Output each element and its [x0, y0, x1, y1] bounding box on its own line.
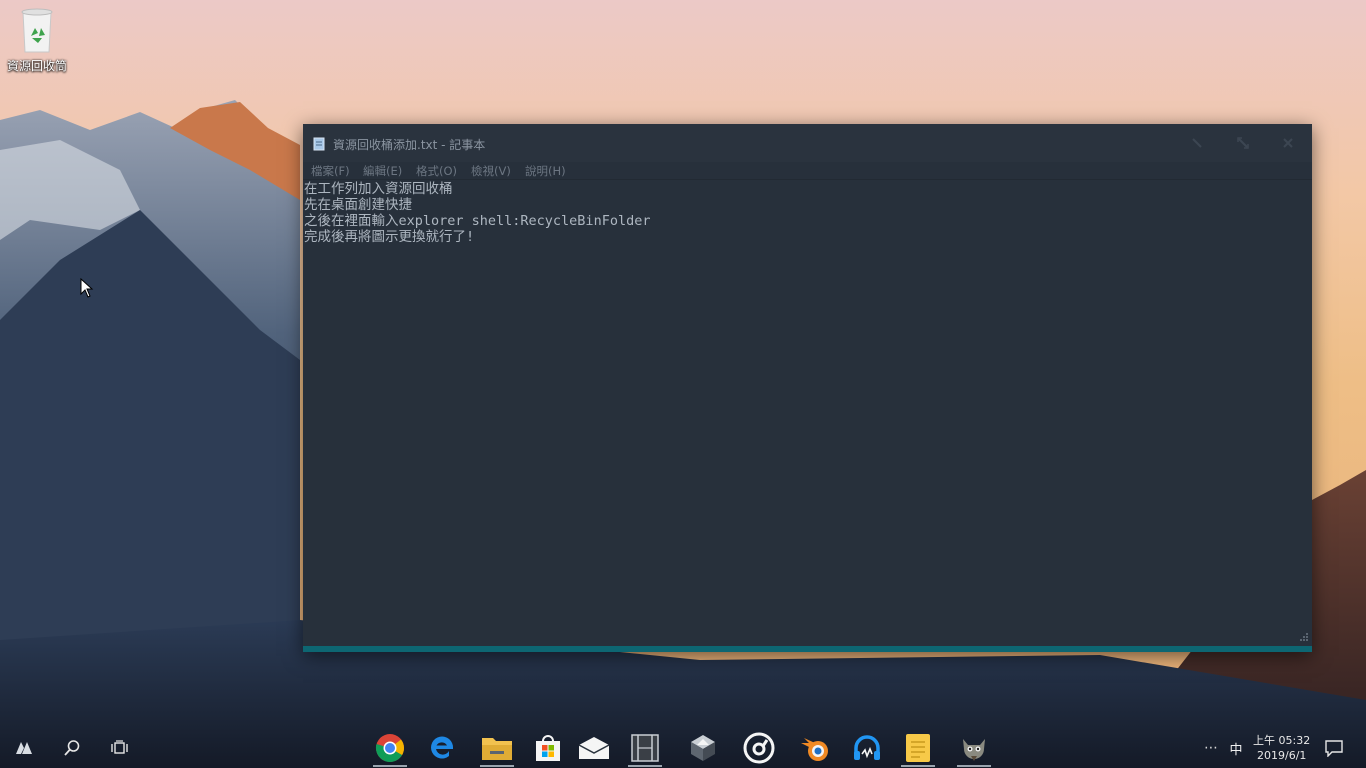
text-line: 在工作列加入資源回收桶	[304, 181, 453, 197]
desktop-icon-recycle-bin[interactable]: 資源回收筒	[4, 6, 70, 74]
notepad-icon	[313, 137, 325, 151]
edge-icon	[431, 736, 454, 759]
desktop-icon-label: 資源回收筒	[6, 59, 67, 73]
task-view-icon	[111, 740, 128, 754]
clock-time: 上午 05:32	[1253, 734, 1311, 747]
window-bottom-accent	[303, 646, 1312, 652]
taskbar-app-blender[interactable]	[792, 728, 838, 768]
tray-overflow-icon: ⋯	[1204, 740, 1218, 756]
search-icon	[64, 740, 80, 756]
video-editor-icon	[631, 734, 659, 762]
window-title: 資源回收桶添加.txt - 記事本	[333, 138, 486, 152]
mouse-cursor-icon	[80, 278, 94, 298]
chrome-icon	[375, 734, 404, 762]
taskbar-app-package[interactable]	[680, 728, 726, 768]
clock-date: 2019/6/1	[1257, 749, 1307, 762]
maximize-icon	[1237, 137, 1249, 149]
menu-help[interactable]: 說明(H)	[525, 163, 566, 179]
mail-icon	[578, 737, 610, 759]
file-explorer-icon	[482, 738, 512, 760]
tray-overflow-button[interactable]: ⋯	[1198, 728, 1224, 768]
notification-icon	[1325, 739, 1343, 757]
text-editor[interactable]: 在工作列加入資源回收桶 先在桌面創建快捷 之後在裡面輸入explorer she…	[303, 179, 1312, 646]
taskbar-app-mail[interactable]	[571, 728, 617, 768]
sticky-notes-icon	[906, 734, 930, 762]
music-player-icon	[743, 732, 775, 764]
action-center-button[interactable]	[1320, 728, 1348, 768]
text-line: 先在桌面創建快捷	[304, 197, 412, 213]
minimize-button[interactable]	[1175, 124, 1219, 162]
package-icon	[691, 735, 715, 761]
taskbar-app-sticky-notes[interactable]	[895, 728, 941, 768]
taskbar-app-gimp[interactable]	[951, 728, 997, 768]
notepad-window: 資源回收桶添加.txt - 記事本 檔案(F) 編輯(E) 格式(O) 檢視(V…	[303, 124, 1312, 652]
taskbar-app-video-editor[interactable]	[622, 728, 668, 768]
minimize-icon	[1192, 138, 1202, 148]
menu-bar: 檔案(F) 編輯(E) 格式(O) 檢視(V) 說明(H)	[303, 162, 1312, 179]
title-bar[interactable]: 資源回收桶添加.txt - 記事本	[303, 124, 1312, 162]
gimp-icon	[963, 739, 985, 761]
taskbar-app-store[interactable]	[525, 728, 571, 768]
ime-label: 中	[1229, 742, 1243, 758]
blender-icon	[801, 738, 828, 761]
recycle-bin-icon	[21, 8, 53, 53]
audio-app-icon	[854, 735, 880, 760]
resize-grip-icon[interactable]	[1299, 632, 1309, 642]
text-line: 完成後再將圖示更換就行了!	[304, 229, 475, 245]
taskbar-app-chrome[interactable]	[367, 728, 413, 768]
search-button[interactable]	[56, 728, 88, 768]
taskbar-app-audio[interactable]	[844, 728, 890, 768]
menu-edit[interactable]: 編輯(E)	[363, 163, 402, 179]
text-line: 之後在裡面輸入explorer shell:RecycleBinFolder	[304, 213, 651, 229]
menu-format[interactable]: 格式(O)	[416, 163, 457, 179]
task-view-button[interactable]	[104, 728, 136, 768]
menu-view[interactable]: 檢視(V)	[471, 163, 511, 179]
taskbar-app-edge[interactable]	[419, 728, 465, 768]
clock[interactable]: 上午 05:32 2019/6/1	[1250, 728, 1314, 768]
ime-indicator[interactable]: 中	[1226, 728, 1246, 768]
menu-file[interactable]: 檔案(F)	[311, 163, 350, 179]
taskbar-app-file-explorer[interactable]	[474, 728, 520, 768]
start-icon	[16, 742, 32, 754]
maximize-button[interactable]	[1221, 124, 1265, 162]
close-button[interactable]	[1266, 124, 1310, 162]
taskbar-app-music-player[interactable]	[736, 728, 782, 768]
taskbar: ⋯ 中 上午 05:32 2019/6/1	[0, 728, 1366, 768]
store-icon	[536, 735, 560, 761]
start-button[interactable]	[8, 728, 40, 768]
close-icon	[1283, 138, 1293, 148]
